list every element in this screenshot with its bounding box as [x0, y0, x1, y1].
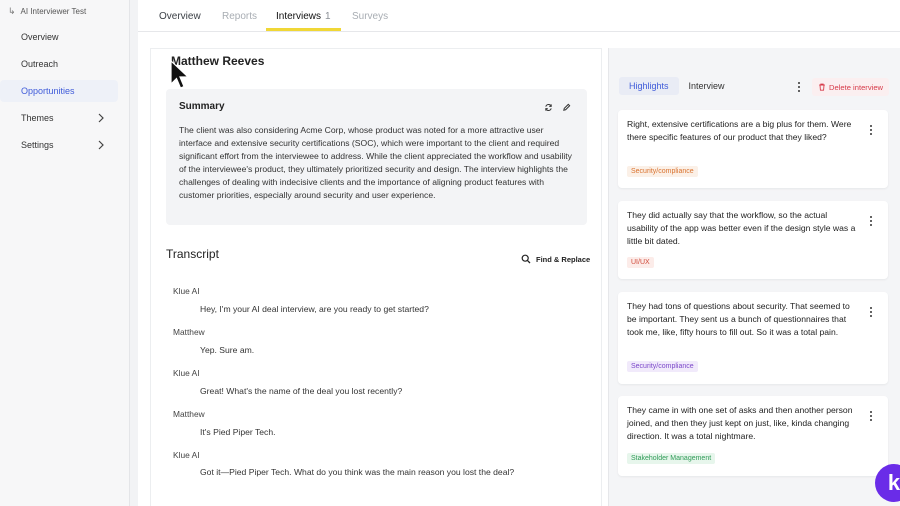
kebab-menu-icon[interactable] [794, 80, 804, 94]
transcript-title: Transcript [166, 247, 219, 261]
search-icon [521, 254, 531, 264]
sidebar-item-settings[interactable]: Settings [0, 134, 118, 156]
highlight-card[interactable]: They did actually say that the workflow,… [618, 201, 888, 279]
pencil-icon[interactable] [562, 103, 571, 112]
transcript-speaker: Klue AI [173, 450, 200, 460]
sidebar-item-label: Opportunities [21, 86, 75, 96]
sidebar-item-label: Themes [21, 113, 54, 123]
highlight-tag[interactable]: UI/UX [627, 257, 654, 268]
highlight-quote: They did actually say that the workflow,… [627, 210, 856, 246]
highlight-card[interactable]: They had tons of questions about securit… [618, 292, 888, 384]
mouse-cursor [170, 60, 190, 89]
transcript-speaker: Matthew [173, 327, 205, 337]
transcript-speaker: Matthew [173, 409, 205, 419]
delete-interview-button[interactable]: Delete interview [812, 78, 890, 96]
highlight-card[interactable]: Right, extensive certifications are a bi… [618, 110, 888, 188]
app-title-label: AI Interviewer Test [20, 7, 87, 16]
transcript-utterance: Great! What's the name of the deal you l… [200, 386, 403, 396]
sidebar-item-opportunities[interactable]: Opportunities [0, 80, 118, 102]
find-replace-label: Find & Replace [536, 254, 591, 264]
tab-interviews-count: 1 [325, 11, 331, 22]
toggle-interview[interactable]: Interview [679, 77, 735, 95]
tab-overview[interactable]: Overview [159, 11, 201, 22]
highlight-tag[interactable]: Security/compliance [627, 361, 698, 372]
highlights-panel: Highlights Interview Delete interview Ri… [608, 48, 900, 506]
tab-surveys[interactable]: Surveys [352, 11, 388, 22]
transcript-utterance: It's Pied Piper Tech. [200, 427, 276, 437]
summary-title: Summary [179, 101, 225, 112]
active-tab-indicator [266, 28, 341, 31]
summary-box: Summary The client was also considering … [166, 89, 587, 225]
kebab-menu-icon[interactable] [866, 409, 876, 423]
highlight-quote: Right, extensive certifications are a bi… [627, 119, 852, 142]
toggle-highlights[interactable]: Highlights [619, 77, 679, 95]
kebab-menu-icon[interactable] [866, 305, 876, 319]
highlight-tag[interactable]: Stakeholder Management [627, 453, 716, 464]
delete-interview-label: Delete interview [829, 82, 884, 92]
interview-detail: Matthew Reeves Summary The client was al… [150, 48, 602, 506]
sidebar-item-label: Overview [21, 32, 59, 42]
sidebar-item-label: Outreach [21, 59, 59, 69]
sidebar-item-overview[interactable]: Overview [0, 26, 118, 48]
main-panel: Overview Reports Interviews 1 Surveys Mat… [138, 0, 900, 506]
highlight-quote: They came in with one set of asks and th… [627, 405, 853, 441]
highlight-tag[interactable]: Security/compliance [627, 166, 698, 177]
return-arrow-icon: ↳ [8, 6, 16, 16]
sidebar: ↳ AI Interviewer Test Overview Outreach … [0, 0, 130, 506]
transcript-utterance: Got it—Pied Piper Tech. What do you thin… [200, 467, 515, 477]
app-title[interactable]: ↳ AI Interviewer Test [8, 6, 86, 17]
view-toggle: Highlights Interview [619, 75, 735, 97]
transcript-utterance: Hey, I'm your AI deal interview, are you… [200, 304, 429, 314]
find-replace-button[interactable]: Find & Replace [521, 254, 590, 264]
kebab-menu-icon[interactable] [866, 214, 876, 228]
highlight-card[interactable]: They came in with one set of asks and th… [618, 396, 888, 476]
sidebar-item-label: Settings [21, 140, 54, 150]
transcript-speaker: Klue AI [173, 286, 200, 296]
kebab-menu-icon[interactable] [866, 123, 876, 137]
transcript-speaker: Klue AI [173, 368, 200, 378]
tab-interviews[interactable]: Interviews 1 [276, 11, 331, 22]
highlight-quote: They had tons of questions about securit… [627, 301, 850, 337]
transcript-utterance: Yep. Sure am. [200, 345, 255, 355]
tab-reports[interactable]: Reports [222, 11, 257, 22]
chevron-right-icon [98, 113, 104, 123]
chevron-right-icon [98, 140, 104, 150]
summary-actions [544, 103, 571, 112]
tab-bar: Overview Reports Interviews 1 Surveys [138, 0, 900, 32]
summary-text: The client was also considering Acme Cor… [179, 125, 572, 200]
sidebar-item-themes[interactable]: Themes [0, 107, 118, 129]
sidebar-item-outreach[interactable]: Outreach [0, 53, 118, 75]
refresh-icon[interactable] [544, 103, 553, 112]
trash-icon [819, 83, 825, 91]
tab-interviews-label: Interviews [276, 11, 322, 22]
